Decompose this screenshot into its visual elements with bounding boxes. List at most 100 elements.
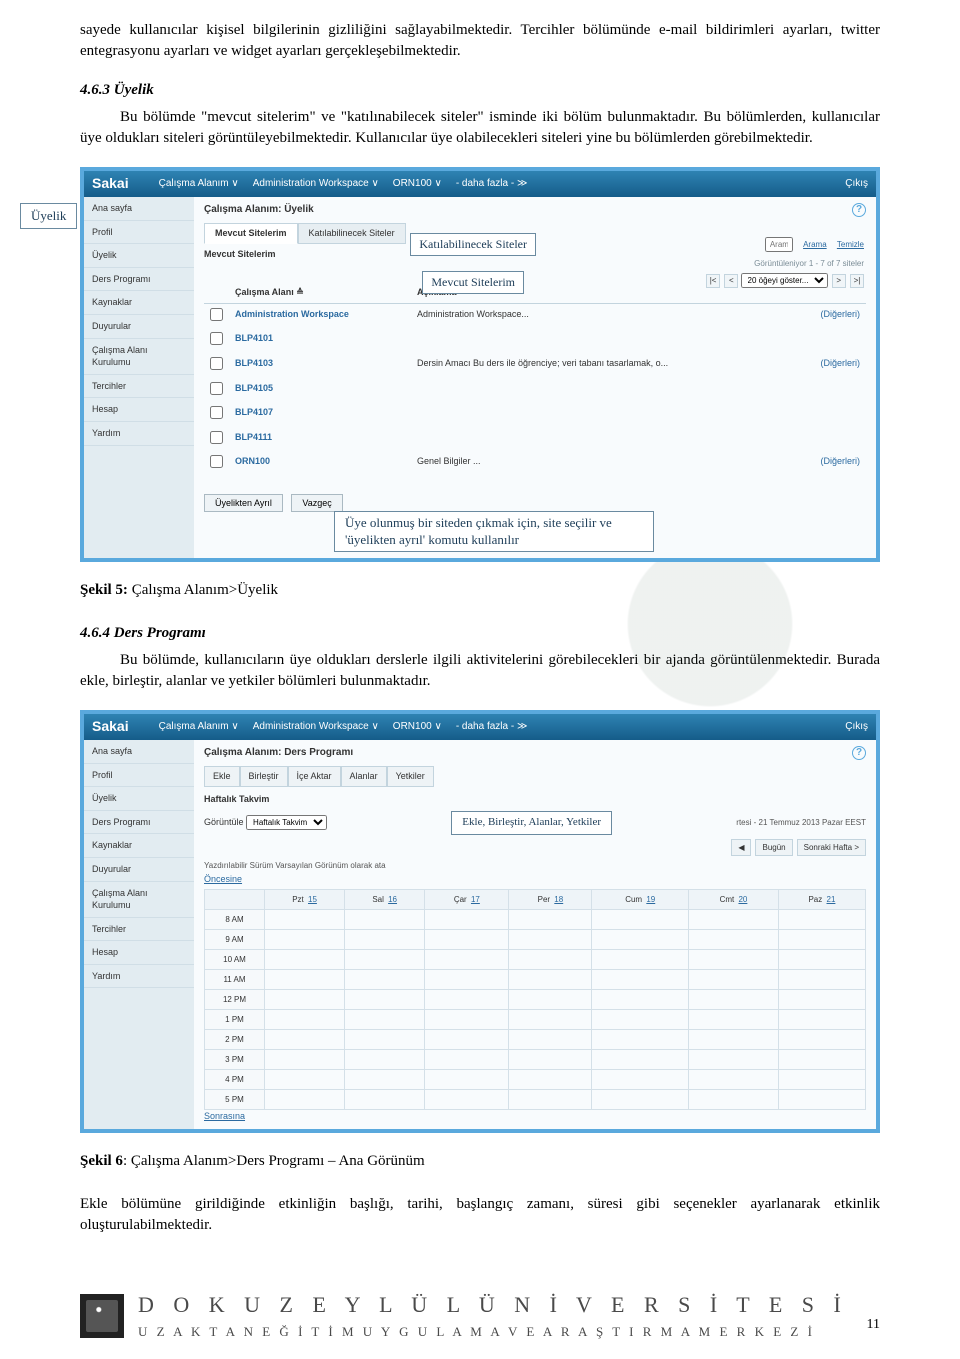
sidebar-item-help[interactable]: Yardım (84, 965, 194, 989)
sidebar-item-preferences[interactable]: Tercihler (84, 375, 194, 399)
help-icon[interactable]: ? (852, 203, 866, 217)
print-default-note[interactable]: Yazdırılabilir Sürüm Varsayılan Görünüm … (204, 860, 866, 871)
nav-workspace[interactable]: Çalışma Alanım ∨ (159, 720, 239, 734)
site-link[interactable]: BLP4103 (229, 353, 411, 378)
nav-more[interactable]: - daha fazla - ≫ (456, 720, 528, 734)
time-label: 10 AM (205, 950, 265, 970)
prev-week-button[interactable]: ◀ (731, 839, 751, 856)
toolbar-import[interactable]: İçe Aktar (288, 766, 341, 787)
row-checkbox[interactable] (210, 431, 223, 444)
nav-orn100[interactable]: ORN100 ∨ (393, 177, 442, 191)
sidebar-item-schedule[interactable]: Ders Programı (84, 811, 194, 835)
nav-orn100[interactable]: ORN100 ∨ (393, 720, 442, 734)
nav-admin[interactable]: Administration Workspace ∨ (253, 720, 379, 734)
site-link[interactable]: BLP4101 (229, 328, 411, 353)
site-desc: Administration Workspace... (411, 303, 792, 328)
sidebar-item-account[interactable]: Hesap (84, 398, 194, 422)
sidebar-item-worksite-setup[interactable]: Çalışma Alanı Kurulumu (84, 882, 194, 918)
sidebar-item-announcements[interactable]: Duyurular (84, 315, 194, 339)
others-link[interactable] (792, 402, 867, 427)
others-link[interactable]: (Diğerleri) (792, 303, 867, 328)
table-row: ORN100Genel Bilgiler ...(Diğerleri) (204, 451, 866, 476)
search-input[interactable] (765, 237, 793, 252)
calendar-toolbar: Ekle Birleştir İçe Aktar Alanlar Yetkile… (204, 766, 866, 787)
view-select[interactable]: Haftalık Takvim (246, 815, 327, 830)
day-link[interactable]: 18 (554, 895, 563, 904)
day-link[interactable]: 15 (308, 895, 317, 904)
row-checkbox[interactable] (210, 455, 223, 468)
time-label: 2 PM (205, 1030, 265, 1050)
clear-link[interactable]: Temizle (837, 240, 864, 249)
callout-joinable: Katılabilinecek Siteler (410, 233, 536, 256)
time-label: 8 AM (205, 910, 265, 930)
site-link[interactable]: BLP4105 (229, 378, 411, 403)
logout-button[interactable]: Çıkış (845, 177, 868, 191)
others-link[interactable] (792, 378, 867, 403)
toolbar-add[interactable]: Ekle (204, 766, 240, 787)
pager-last[interactable]: >| (850, 274, 864, 288)
others-link[interactable] (792, 328, 867, 353)
th-site[interactable]: Çalışma Alanı ≙ (229, 282, 411, 303)
day-link[interactable]: 17 (471, 895, 480, 904)
toolbar-fields[interactable]: Alanlar (341, 766, 387, 787)
nav-workspace[interactable]: Çalışma Alanım ∨ (159, 177, 239, 191)
pager-prev[interactable]: < (724, 274, 738, 288)
pager-first[interactable]: |< (706, 274, 720, 288)
closing-paragraph: Ekle bölümüne girildiğinde etkinliğin ba… (80, 1194, 880, 1236)
cancel-button[interactable]: Vazgeç (291, 494, 342, 512)
sidebar-item-resources[interactable]: Kaynaklar (84, 291, 194, 315)
site-link[interactable]: BLP4111 (229, 427, 411, 452)
toolbar-permissions[interactable]: Yetkiler (387, 766, 434, 787)
sidebar-item-membership[interactable]: Üyelik (84, 244, 194, 268)
callout-uyelik: Üyelik (20, 203, 77, 229)
row-checkbox[interactable] (210, 332, 223, 345)
sidebar-item-announcements[interactable]: Duyurular (84, 858, 194, 882)
sidebar-item-home[interactable]: Ana sayfa (84, 740, 194, 764)
day-link[interactable]: 19 (646, 895, 655, 904)
logout-button[interactable]: Çıkış (845, 720, 868, 734)
nav-more[interactable]: - daha fazla - ≫ (456, 177, 528, 191)
nav-admin[interactable]: Administration Workspace ∨ (253, 177, 379, 191)
row-checkbox[interactable] (210, 357, 223, 370)
sidebar-item-account[interactable]: Hesap (84, 941, 194, 965)
help-icon[interactable]: ? (852, 746, 866, 760)
site-link[interactable]: ORN100 (229, 451, 411, 476)
others-link[interactable] (792, 427, 867, 452)
day-link[interactable]: 21 (827, 895, 836, 904)
sidebar-item-preferences[interactable]: Tercihler (84, 918, 194, 942)
callout-unjoin-note: Üye olunmuş bir siteden çıkmak için, sit… (334, 511, 654, 552)
time-label: 11 AM (205, 970, 265, 990)
tab-joinable-sites[interactable]: Katılabilinecek Siteler (298, 223, 406, 244)
day-link[interactable]: 20 (738, 895, 747, 904)
figure-5-caption: Şekil 5: Çalışma Alanım>Üyelik (80, 580, 880, 601)
others-link[interactable]: (Diğerleri) (792, 353, 867, 378)
sidebar-item-resources[interactable]: Kaynaklar (84, 834, 194, 858)
section-4-6-3-title: 4.6.3 Üyelik (80, 80, 880, 101)
others-link[interactable]: (Diğerleri) (792, 451, 867, 476)
pager-next[interactable]: > (832, 274, 846, 288)
unjoin-button[interactable]: Üyelikten Ayrıl (204, 494, 283, 512)
sidebar-item-profile[interactable]: Profil (84, 221, 194, 245)
row-checkbox[interactable] (210, 308, 223, 321)
intro-paragraph: sayede kullanıcılar kişisel bilgilerinin… (80, 20, 880, 62)
tab-current-sites[interactable]: Mevcut Sitelerim (204, 223, 298, 244)
site-link[interactable]: BLP4107 (229, 402, 411, 427)
page-size-select[interactable]: 20 öğeyi göster... (741, 273, 828, 288)
row-checkbox[interactable] (210, 406, 223, 419)
toolbar-merge[interactable]: Birleştir (240, 766, 288, 787)
row-checkbox[interactable] (210, 382, 223, 395)
day-link[interactable]: 16 (388, 895, 397, 904)
sidebar-item-membership[interactable]: Üyelik (84, 787, 194, 811)
sidebar-item-home[interactable]: Ana sayfa (84, 197, 194, 221)
sidebar-item-schedule[interactable]: Ders Programı (84, 268, 194, 292)
later-link[interactable]: Sonrasına (204, 1111, 245, 1121)
site-link[interactable]: Administration Workspace (229, 303, 411, 328)
next-week-button[interactable]: Sonraki Hafta > (797, 839, 866, 856)
sidebar-item-worksite-setup[interactable]: Çalışma Alanı Kurulumu (84, 339, 194, 375)
today-button[interactable]: Bugün (755, 839, 792, 856)
sidebar-item-profile[interactable]: Profil (84, 764, 194, 788)
search-link[interactable]: Arama (803, 240, 827, 249)
day-header: Çar 17 (425, 890, 509, 910)
earlier-link[interactable]: Öncesine (204, 874, 242, 884)
sidebar-item-help[interactable]: Yardım (84, 422, 194, 446)
